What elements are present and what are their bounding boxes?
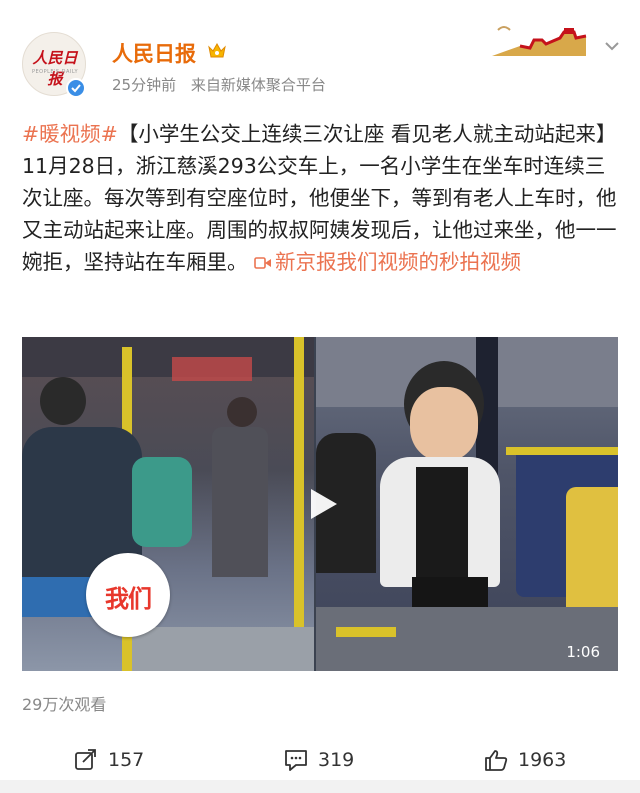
bus-lights xyxy=(172,357,252,381)
comment-count: 319 xyxy=(318,749,355,771)
passenger-head xyxy=(40,377,86,425)
backpack xyxy=(132,457,192,547)
verified-icon xyxy=(66,78,86,98)
more-icon[interactable] xyxy=(604,40,620,52)
post-meta: 25分钟前 来自新媒体聚合平台 xyxy=(112,74,326,95)
account-name[interactable]: 人民日报 xyxy=(112,38,196,68)
bus-floor xyxy=(132,627,314,671)
video-duration: 1:06 xyxy=(566,643,600,661)
view-count: 29万次观看 xyxy=(22,695,107,714)
comment-button[interactable]: 319 xyxy=(284,742,354,778)
bus-floor xyxy=(316,607,618,671)
video-frame-right xyxy=(316,337,618,671)
post-source: 来自新媒体聚合平台 xyxy=(190,76,326,94)
like-icon xyxy=(485,750,508,771)
video-source-link[interactable]: 新京报我们视频的秒拍视频 xyxy=(254,250,521,274)
bottom-divider xyxy=(0,782,640,793)
vip-badge-icon xyxy=(208,42,226,58)
video-source-label: 新京报我们视频的秒拍视频 xyxy=(275,250,522,274)
action-bar: 157 319 1963 xyxy=(0,742,640,778)
watermark-text: 我们 xyxy=(105,585,152,613)
bus-ceiling xyxy=(22,337,314,377)
great-wall-decoration-icon xyxy=(492,26,587,56)
video-player[interactable]: 我们 1:06 xyxy=(22,337,618,671)
link-icon xyxy=(254,257,272,269)
avatar-logo-sub: PEOPLE'S DAILY xyxy=(31,69,79,75)
like-count: 1963 xyxy=(518,749,567,771)
post-time: 25分钟前 xyxy=(112,76,177,94)
comment-icon xyxy=(285,750,307,771)
post-text: #暖视频#【小学生公交上连续三次让座 看见老人就主动站起来】11月28日，浙江慈… xyxy=(22,118,620,278)
weibo-post-card: 人民日报 PEOPLE'S DAILY 人民日报 25分钟前 来自新媒体聚合平台… xyxy=(0,0,640,780)
play-icon[interactable] xyxy=(309,487,339,521)
video-frame-left: 我们 xyxy=(22,337,314,671)
handrail-pole xyxy=(294,337,304,671)
standing-passenger-body xyxy=(212,427,268,577)
hashtag-link[interactable]: #暖视频# xyxy=(22,122,118,146)
step-edge xyxy=(336,627,396,637)
repost-button[interactable]: 157 xyxy=(74,742,144,778)
student-face xyxy=(410,387,478,461)
video-watermark: 我们 xyxy=(86,553,170,637)
standing-passenger-head xyxy=(227,397,257,427)
repost-icon xyxy=(75,749,96,770)
handrail xyxy=(506,447,618,455)
like-button[interactable]: 1963 xyxy=(484,742,566,778)
repost-count: 157 xyxy=(108,749,145,771)
student-shirt xyxy=(416,467,468,577)
